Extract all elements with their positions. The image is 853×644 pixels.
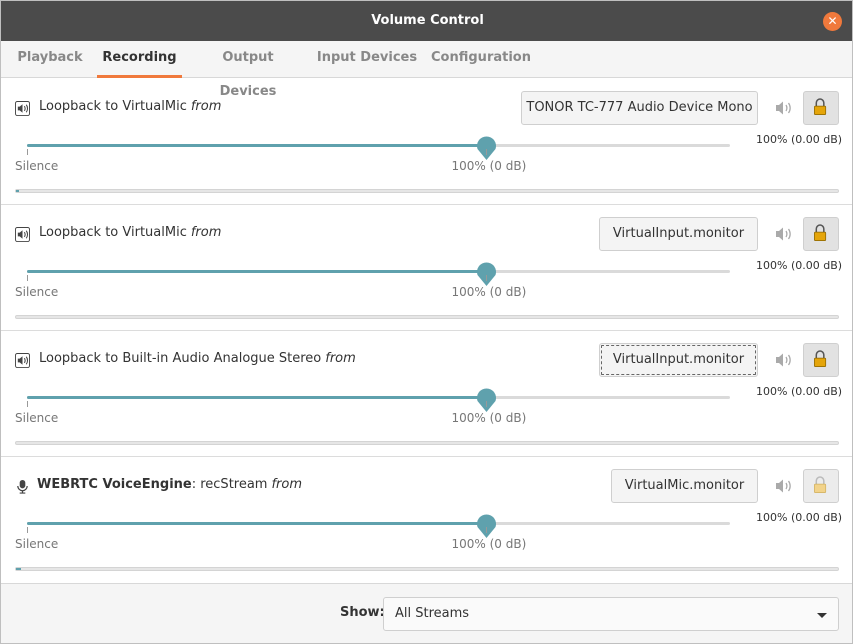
stream-row: Loopback to VirtualMic from VirtualInput.… (1, 205, 852, 331)
scale-unity-label: 100% (0 dB) (451, 411, 527, 425)
scale-unity-label: 100% (0 dB) (451, 159, 527, 173)
volume-slider[interactable] (27, 396, 730, 399)
volume-slider-fill (27, 396, 487, 399)
chevron-down-icon (817, 613, 827, 618)
scale-tick (486, 275, 488, 281)
lock-icon (814, 476, 827, 493)
stream-row: WEBRTC VoiceEngine: recStream from Virtua… (1, 457, 852, 583)
device-select-button[interactable]: VirtualInput.monitor (599, 343, 758, 377)
stream-media-name: : recStream (191, 477, 268, 492)
tab-configuration[interactable]: Configuration (431, 41, 531, 78)
stream-row: Loopback to Built-in Audio Analogue Ster… (1, 331, 852, 457)
device-select-button[interactable]: TONOR TC-777 Audio Device Mono (521, 91, 758, 125)
lock-icon (814, 350, 827, 367)
stream-title: Loopback to Built-in Audio Analogue Ster… (39, 351, 356, 366)
device-select-button[interactable]: VirtualInput.monitor (599, 217, 758, 251)
peak-meter (15, 567, 839, 571)
volume-slider-fill (27, 522, 487, 525)
speaker-app-icon (15, 227, 30, 242)
speaker-app-icon (15, 353, 30, 368)
stream-title: Loopback to VirtualMic from (39, 225, 221, 240)
lock-channels-button[interactable] (803, 469, 839, 503)
lock-channels-button[interactable] (803, 217, 839, 251)
stream-app-name: Loopback to Built-in Audio Analogue Ster… (39, 351, 322, 366)
lock-channels-button[interactable] (803, 91, 839, 125)
stream-row: Loopback to VirtualMic from TONOR TC-777 … (1, 79, 852, 205)
scale-tick (486, 149, 488, 155)
volume-slider-handle[interactable] (476, 261, 497, 287)
scale-tick (27, 527, 28, 533)
mute-speaker-icon[interactable] (768, 345, 798, 375)
stream-title: WEBRTC VoiceEngine: recStream from (37, 477, 302, 492)
scale-unity-label: 100% (0 dB) (451, 285, 527, 299)
volume-slider-handle[interactable] (476, 135, 497, 161)
lock-icon (814, 98, 827, 115)
volume-slider[interactable] (27, 144, 730, 147)
scale-tick (27, 149, 28, 155)
tab-bar: Playback Recording Output Devices Input … (1, 41, 852, 99)
mute-speaker-icon[interactable] (768, 219, 798, 249)
lock-channels-button[interactable] (803, 343, 839, 377)
peak-meter-fill (16, 568, 21, 570)
volume-slider[interactable] (27, 522, 730, 525)
volume-slider-handle[interactable] (476, 513, 497, 539)
stream-app-name: WEBRTC VoiceEngine (37, 477, 192, 492)
peak-meter (15, 315, 839, 319)
tab-output-devices[interactable]: Output Devices (193, 41, 303, 99)
scale-silence-label: Silence (15, 537, 59, 551)
tab-input-devices[interactable]: Input Devices (315, 41, 419, 78)
device-select-button[interactable]: VirtualMic.monitor (611, 469, 758, 503)
scale-tick (27, 401, 28, 407)
scale-silence-label: Silence (15, 159, 59, 173)
tab-playback[interactable]: Playback (11, 41, 89, 78)
show-filter-value: All Streams (395, 606, 470, 621)
scale-tick (486, 527, 488, 533)
speaker-app-icon (15, 101, 30, 116)
stream-app-name: Loopback to VirtualMic (39, 225, 187, 240)
scale-tick (486, 401, 488, 407)
mute-speaker-icon[interactable] (768, 93, 798, 123)
volume-readout: 100% (0.00 dB) (756, 259, 843, 272)
volume-slider-fill (27, 144, 487, 147)
peak-meter (15, 189, 839, 193)
stream-app-name: Loopback to VirtualMic (39, 99, 187, 114)
titlebar[interactable]: Volume Control ✕ (1, 1, 852, 41)
stream-from-label: from (325, 351, 356, 366)
volume-slider[interactable] (27, 270, 730, 273)
peak-meter (15, 441, 839, 445)
close-icon[interactable]: ✕ (823, 12, 842, 31)
mute-speaker-icon[interactable] (768, 471, 798, 501)
volume-slider-fill (27, 270, 487, 273)
peak-meter-fill (16, 190, 20, 192)
volume-readout: 100% (0.00 dB) (756, 511, 843, 524)
stream-from-label: from (271, 477, 303, 492)
volume-readout: 100% (0.00 dB) (756, 385, 843, 398)
tab-recording[interactable]: Recording (97, 41, 182, 78)
scale-silence-label: Silence (15, 411, 59, 425)
show-filter-dropdown[interactable]: All Streams (383, 597, 839, 631)
volume-readout: 100% (0.00 dB) (756, 133, 843, 146)
scale-silence-label: Silence (15, 285, 59, 299)
stream-from-label: from (190, 225, 222, 240)
volume-slider-handle[interactable] (476, 387, 497, 413)
scale-unity-label: 100% (0 dB) (451, 537, 527, 551)
volume-control-window: Volume Control ✕ Playback Recording Outp… (0, 0, 853, 644)
footer-bar: Show: All Streams (1, 583, 852, 643)
stream-title: Loopback to VirtualMic from (39, 99, 221, 114)
window-title: Volume Control (371, 13, 484, 28)
lock-icon (814, 224, 827, 241)
stream-from-label: from (190, 99, 222, 114)
scale-tick (27, 275, 28, 281)
microphone-icon (17, 479, 28, 494)
show-label: Show: (340, 605, 385, 620)
